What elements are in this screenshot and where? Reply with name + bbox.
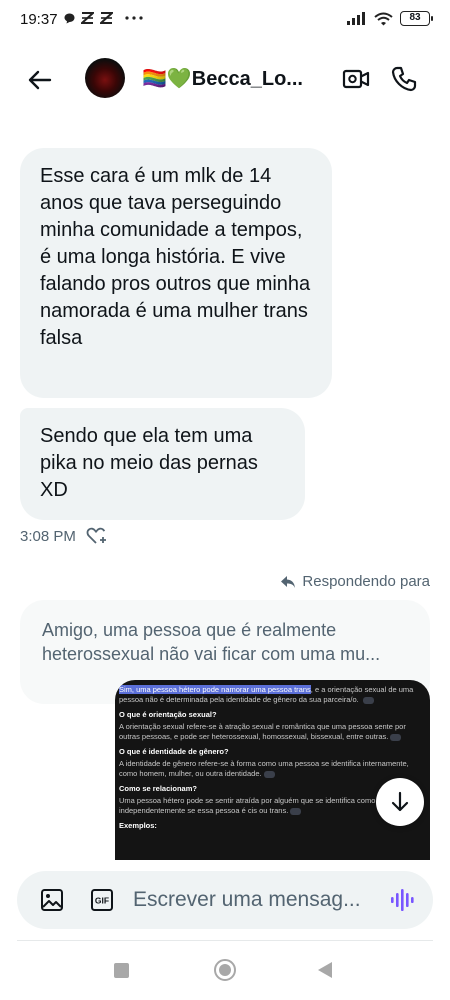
quote-line: heterossexual não vai ficar com uma mu..… xyxy=(42,644,381,664)
image-paragraph: A orientação sexual refere-se à atração … xyxy=(119,722,406,741)
signal-icon xyxy=(347,12,365,25)
voice-message-button[interactable] xyxy=(390,888,416,912)
status-bar: 19:37 83 xyxy=(0,0,450,40)
link-icon xyxy=(290,807,302,815)
message-time: 3:08 PM xyxy=(20,527,76,545)
replying-to-label: Respondendo para xyxy=(280,573,430,590)
scroll-to-bottom-button[interactable] xyxy=(376,778,424,826)
status-right: 83 xyxy=(347,11,433,26)
link-icon xyxy=(362,696,374,704)
replying-to-text: Respondendo para xyxy=(302,573,430,590)
add-gif-button[interactable]: GIF xyxy=(90,888,114,912)
add-image-button[interactable] xyxy=(40,888,64,912)
image-paragraph: A identidade de gênero refere-se à forma… xyxy=(119,759,409,778)
link-icon xyxy=(390,733,402,741)
wifi-icon xyxy=(374,12,393,25)
attached-image[interactable]: Sim, uma pessoa hétero pode namorar uma … xyxy=(115,680,430,860)
notification-icon xyxy=(81,12,94,24)
avatar[interactable] xyxy=(85,58,125,98)
message-input[interactable] xyxy=(133,885,383,915)
status-time: 19:37 xyxy=(20,11,58,28)
gif-icon: GIF xyxy=(91,889,113,911)
reply-arrow-icon xyxy=(281,575,296,588)
back-triangle-icon[interactable] xyxy=(318,962,332,978)
link-icon xyxy=(263,770,275,778)
phone-call-button[interactable] xyxy=(390,65,418,93)
quote-line: Amigo, uma pessoa que é realmente xyxy=(42,620,337,640)
message-bubble[interactable]: Sendo que ela tem uma pika no meio das p… xyxy=(20,408,305,520)
add-reaction-heart-icon[interactable] xyxy=(86,527,108,545)
image-heading: Exemplos: xyxy=(119,821,157,830)
message-bubble[interactable]: Esse cara é um mlk de 14 anos que tava p… xyxy=(20,148,332,398)
recents-square-icon[interactable] xyxy=(114,963,129,978)
back-arrow-icon xyxy=(28,70,52,90)
phone-call-icon xyxy=(391,66,417,92)
back-button[interactable] xyxy=(25,65,55,95)
message-composer: GIF xyxy=(17,871,433,929)
more-dots-icon xyxy=(125,16,143,20)
svg-text:GIF: GIF xyxy=(95,896,109,906)
divider xyxy=(17,940,433,941)
battery-icon: 83 xyxy=(400,11,433,26)
image-icon xyxy=(41,889,63,911)
image-heading: O que é identidade de gênero? xyxy=(119,747,229,756)
image-heading: O que é orientação sexual? xyxy=(119,710,217,719)
message-meta: 3:08 PM xyxy=(20,527,108,545)
conversation-header: 🏳️‍🌈💚Becca_Lo... xyxy=(0,50,450,110)
image-highlight: Sim, uma pessoa hétero pode namorar uma … xyxy=(119,685,311,694)
image-text: Sim, uma pessoa hétero pode namorar uma … xyxy=(119,685,426,705)
video-call-button[interactable] xyxy=(342,67,370,91)
notification-icon xyxy=(100,12,113,24)
arrow-down-icon xyxy=(391,791,409,812)
home-circle-icon[interactable] xyxy=(214,959,236,981)
voice-message-icon xyxy=(391,889,414,911)
chat-bubble-icon xyxy=(64,13,75,23)
video-call-icon xyxy=(342,69,370,89)
contact-name[interactable]: 🏳️‍🌈💚Becca_Lo... xyxy=(142,66,303,91)
status-left-icons xyxy=(64,12,143,24)
system-nav-bar xyxy=(0,948,450,1000)
